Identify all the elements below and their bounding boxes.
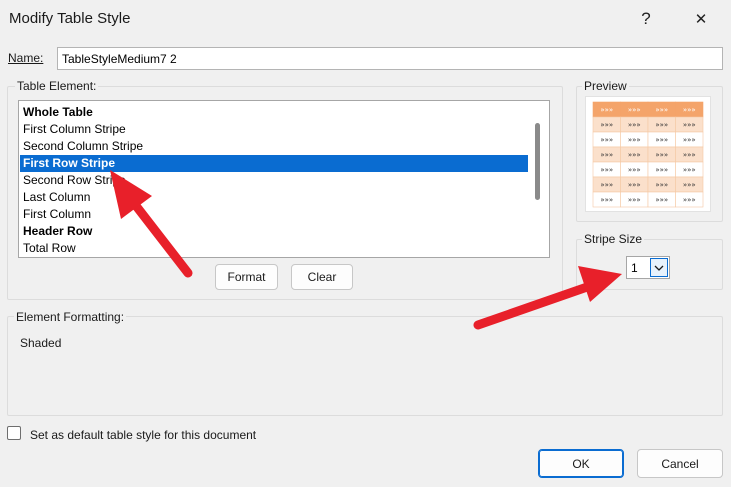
list-item-first-column-stripe[interactable]: First Column Stripe <box>20 121 528 138</box>
close-button[interactable]: ✕ <box>686 6 716 32</box>
list-item-total-row[interactable]: Total Row <box>20 240 528 257</box>
preview-cell-text: »»» <box>628 181 641 189</box>
stripe-size-select[interactable]: 1 <box>626 256 670 279</box>
name-input[interactable] <box>57 47 723 70</box>
format-button[interactable]: Format <box>215 264 278 290</box>
preview-cell-text: »»» <box>683 121 696 129</box>
preview-cell-text: »»» <box>683 166 696 174</box>
help-icon: ? <box>641 9 651 28</box>
preview-label: Preview <box>582 79 629 93</box>
title-bar: Modify Table Style ? ✕ <box>0 0 731 38</box>
preview-cell-text: »»» <box>600 121 613 129</box>
preview-cell-text: »»» <box>683 136 696 144</box>
preview-cell-text: »»» <box>600 181 613 189</box>
preview-cell-text: »»» <box>683 106 696 114</box>
default-style-checkbox[interactable] <box>7 426 21 440</box>
preview-cell-text: »»» <box>655 136 668 144</box>
list-item-second-column-stripe[interactable]: Second Column Stripe <box>20 138 528 155</box>
list-item-header-row[interactable]: Header Row <box>20 223 528 240</box>
element-formatting-group <box>7 316 723 416</box>
preview-cell-text: »»» <box>655 121 668 129</box>
name-label-text: Name: <box>8 51 44 65</box>
preview-cell-text: »»» <box>628 121 641 129</box>
stripe-size-label: Stripe Size <box>582 232 645 246</box>
preview-cell-text: »»» <box>600 151 613 159</box>
chevron-down-icon[interactable] <box>650 258 668 277</box>
list-item-last-column[interactable]: Last Column <box>20 189 528 206</box>
name-label: Name: <box>8 51 43 65</box>
preview-table-graphic: »»» »»» »»» »»» »»» »»» »»» »»» »»» »»» »»» »»» »»» »… <box>592 101 704 208</box>
table-element-list[interactable]: Whole Table First Column Stripe Second C… <box>18 100 550 258</box>
element-formatting-label: Element Formatting: <box>14 310 127 324</box>
ok-button[interactable]: OK <box>538 449 624 478</box>
table-element-label: Table Element: <box>15 79 99 93</box>
list-item-whole-table[interactable]: Whole Table <box>20 104 528 121</box>
preview-cell-text: »»» <box>600 106 613 114</box>
preview-cell-text: »»» <box>655 151 668 159</box>
cancel-button[interactable]: Cancel <box>637 449 723 478</box>
list-item-first-row-stripe[interactable]: First Row Stripe <box>20 155 528 172</box>
clear-button[interactable]: Clear <box>291 264 353 290</box>
list-item-first-column[interactable]: First Column <box>20 206 528 223</box>
list-item-second-row-stripe[interactable]: Second Row Stripe <box>20 172 528 189</box>
preview-cell-text: »»» <box>600 196 613 204</box>
preview-cell-text: »»» <box>628 106 641 114</box>
preview-cell-text: »»» <box>683 196 696 204</box>
stripe-size-value: 1 <box>631 261 638 275</box>
element-formatting-value: Shaded <box>20 336 62 350</box>
preview-cell-text: »»» <box>655 181 668 189</box>
preview-cell-text: »»» <box>655 166 668 174</box>
preview-cell-text: »»» <box>683 181 696 189</box>
preview-cell-text: »»» <box>628 166 641 174</box>
preview-cell-text: »»» <box>628 151 641 159</box>
preview-cell-text: »»» <box>628 196 641 204</box>
default-style-checkbox-label[interactable]: Set as default table style for this docu… <box>30 428 256 442</box>
preview-cell-text: »»» <box>655 196 668 204</box>
window-title: Modify Table Style <box>9 10 131 27</box>
preview-cell-text: »»» <box>600 136 613 144</box>
preview-cell-text: »»» <box>628 136 641 144</box>
preview-cell-text: »»» <box>600 166 613 174</box>
list-scrollbar-thumb[interactable] <box>535 123 540 200</box>
preview-cell-text: »»» <box>655 106 668 114</box>
close-icon: ✕ <box>694 11 708 28</box>
preview-cell-text: »»» <box>683 151 696 159</box>
help-button[interactable]: ? <box>631 6 661 32</box>
preview-table: »»» »»» »»» »»» »»» »»» »»» »»» »»» »»» »»» »»» »»» »… <box>585 96 711 212</box>
